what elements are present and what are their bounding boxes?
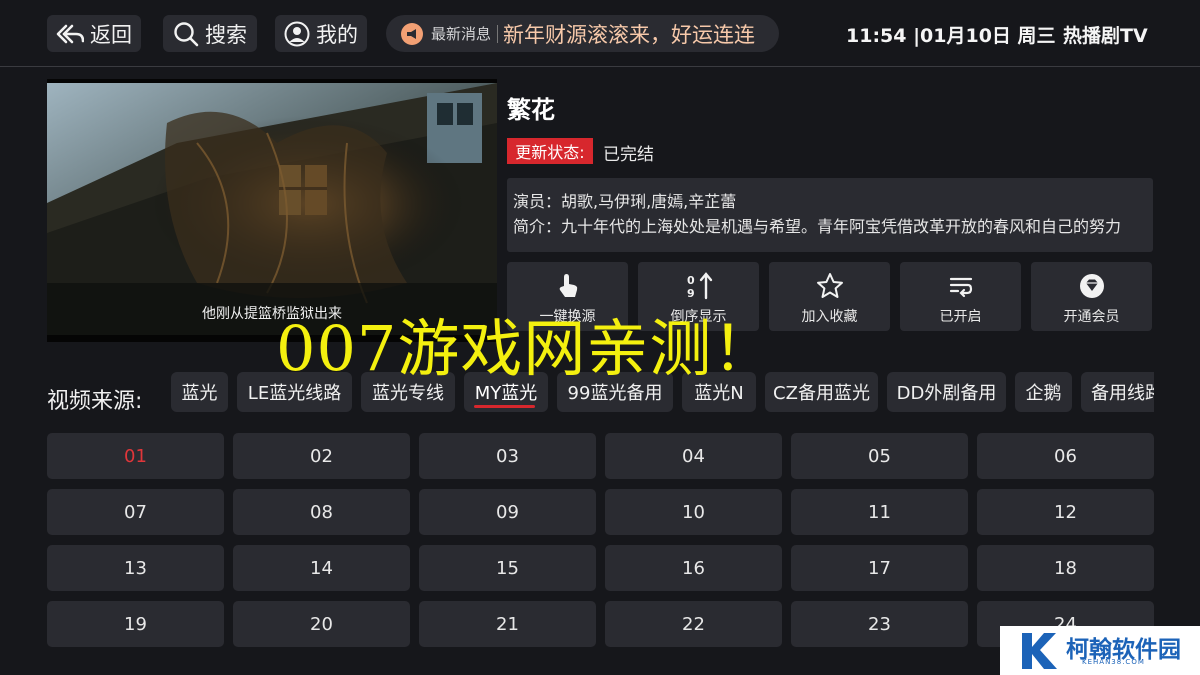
mine-label: 我的	[316, 22, 358, 47]
vip-button[interactable]: 开通会员	[1031, 262, 1152, 331]
episode-button[interactable]: 09	[419, 489, 596, 535]
logo-sub: KEHAN38.COM	[1082, 658, 1145, 666]
source-tab[interactable]: DD外剧备用	[887, 372, 1006, 412]
episode-button[interactable]: 03	[419, 433, 596, 479]
clock: 11:54 |01月10日 周三	[846, 25, 1056, 47]
source-tab[interactable]: 企鹅	[1015, 372, 1072, 412]
episode-button[interactable]: 06	[977, 433, 1154, 479]
megaphone-icon	[401, 22, 423, 45]
vip-label: 开通会员	[1063, 309, 1120, 325]
active-source-indicator	[474, 405, 535, 408]
search-icon	[174, 21, 199, 46]
search-label: 搜索	[205, 22, 247, 47]
source-tab[interactable]: 备用线路	[1081, 372, 1154, 412]
episode-button[interactable]: 07	[47, 489, 224, 535]
synopsis-line: 简介：九十年代的上海处处是机遇与希望。青年阿宝凭借改革开放的春风和自己的努力	[513, 217, 1122, 236]
episode-button[interactable]: 15	[419, 545, 596, 591]
episode-button[interactable]: 08	[233, 489, 410, 535]
watermark-overlay: 007游戏网亲测！	[276, 312, 776, 385]
episode-button[interactable]: 13	[47, 545, 224, 591]
playlist-icon	[900, 272, 1021, 300]
episode-button[interactable]: 22	[605, 601, 782, 647]
app-brand: 热播剧TV	[1063, 25, 1148, 47]
source-tab[interactable]: 蓝光	[171, 372, 228, 412]
episode-button[interactable]: 20	[233, 601, 410, 647]
autoplay-toggle[interactable]: 已开启	[900, 262, 1021, 331]
episode-button[interactable]: 10	[605, 489, 782, 535]
news-ticker[interactable]: 最新消息 新年财源滚滚来，好运连连	[386, 15, 779, 52]
episode-button-current[interactable]: 01	[47, 433, 224, 479]
source-label: 视频来源:	[47, 389, 143, 414]
episode-button[interactable]: 17	[791, 545, 968, 591]
sort-order-icon: 0 9	[638, 272, 759, 300]
site-logo: 柯翰软件园 KEHAN38.COM	[1000, 626, 1200, 675]
news-text: 新年财源滚滚来，好运连连	[503, 22, 756, 47]
cast-line: 演员：胡歌,马伊琍,唐嫣,辛芷蕾	[513, 192, 737, 211]
top-bar: 返回 搜索 我的 最新消息 新年财源滚滚来，好运连连 11:54 |01月10日…	[0, 0, 1200, 67]
mine-button[interactable]: 我的	[275, 15, 367, 52]
status-value: 已完结	[603, 145, 654, 165]
favorite-label: 加入收藏	[801, 309, 858, 325]
source-tab[interactable]: CZ备用蓝光	[765, 372, 878, 412]
back-button[interactable]: 返回	[47, 15, 141, 52]
user-icon	[284, 21, 310, 46]
episode-button[interactable]: 11	[791, 489, 968, 535]
status-tag: 更新状态:	[507, 138, 593, 164]
episode-button[interactable]: 04	[605, 433, 782, 479]
hand-tap-icon	[507, 272, 628, 300]
episode-button[interactable]: 12	[977, 489, 1154, 535]
favorite-button[interactable]: 加入收藏	[769, 262, 890, 331]
back-arrow-icon	[56, 24, 84, 43]
episode-grid: 01 02 03 04 05 06 07 08 09 10 11 12 13 14 15 16 17 18 19 20…	[47, 433, 1154, 675]
svg-text:0: 0	[687, 274, 695, 287]
episode-button[interactable]: 02	[233, 433, 410, 479]
logo-k-icon	[1022, 633, 1057, 669]
news-label: 最新消息	[431, 25, 492, 43]
episode-button[interactable]: 23	[791, 601, 968, 647]
diamond-icon	[1031, 272, 1152, 300]
episode-button[interactable]: 05	[791, 433, 968, 479]
episode-button[interactable]: 18	[977, 545, 1154, 591]
episode-button[interactable]: 19	[47, 601, 224, 647]
episode-button[interactable]: 14	[233, 545, 410, 591]
news-separator	[497, 24, 499, 43]
back-label: 返回	[90, 22, 132, 47]
autoplay-label: 已开启	[939, 309, 982, 325]
episode-button[interactable]: 16	[605, 545, 782, 591]
description-box[interactable]: 演员：胡歌,马伊琍,唐嫣,辛芷蕾 简介：九十年代的上海处处是机遇与希望。青年阿宝…	[507, 178, 1153, 252]
search-button[interactable]: 搜索	[163, 15, 257, 52]
star-icon	[769, 272, 890, 300]
episode-button[interactable]: 21	[419, 601, 596, 647]
drama-title: 繁花	[507, 96, 555, 124]
